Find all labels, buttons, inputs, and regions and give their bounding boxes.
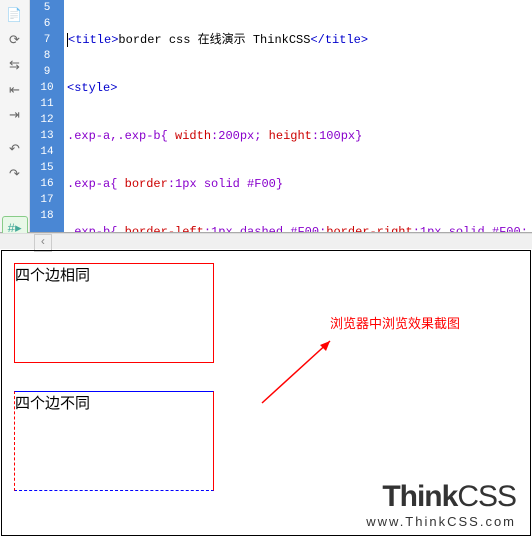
line-number: 8 [30, 48, 64, 64]
exp-a-box: 四个边相同 [14, 263, 214, 363]
exp-b-box: 四个边不同 [14, 391, 214, 491]
code-line: .exp-b{ border-left:1px dashed #F00;bord… [67, 224, 532, 232]
line-number: 15 [30, 160, 64, 176]
code-line: .exp-a{ border:1px solid #F00} [67, 176, 532, 192]
code-line: .exp-a,.exp-b{ width:200px; height:100px… [67, 128, 532, 144]
annotation-arrow-icon [252, 333, 342, 413]
annotation-text: 浏览器中浏览效果截图 [330, 313, 460, 332]
line-number: 14 [30, 144, 64, 160]
browser-preview-pane: 四个边相同 四个边不同 浏览器中浏览效果截图 ThinkCSS www.Thin… [1, 250, 531, 536]
line-number: 17 [30, 192, 64, 208]
code-line: <title>border css 在线演示 ThinkCSS</title> [67, 32, 532, 48]
line-number-gutter: 5 6 7 8 9 10 11 12 13 14 15 16 17 18 [30, 0, 64, 232]
exp-b-text: 四个边不同 [15, 395, 90, 412]
line-number: 16 [30, 176, 64, 192]
brand-light: CSS [457, 480, 516, 513]
undo-icon[interactable]: ↶ [2, 137, 28, 161]
new-file-icon[interactable]: 📄 [2, 3, 28, 27]
line-number: 7 [30, 32, 64, 48]
line-number: 12 [30, 112, 64, 128]
line-number: 6 [30, 16, 64, 32]
editor-toolbar: 📄 ⟳ ⇆ ⇤ ⇥ ↶ ↷ #▸ [0, 0, 30, 232]
code-line: <style> [67, 80, 532, 96]
reload-icon[interactable]: ⟳ [2, 28, 28, 52]
line-number: 5 [30, 0, 64, 16]
brand-bold: Think [382, 480, 457, 513]
horizontal-scrollbar[interactable] [0, 233, 532, 249]
indent-icon[interactable]: ⇥ [2, 103, 28, 127]
watermark: ThinkCSS www.ThinkCSS.com [366, 480, 516, 529]
line-number: 10 [30, 80, 64, 96]
line-number: 18 [30, 208, 64, 224]
brand-url: www.ThinkCSS.com [366, 514, 516, 529]
line-number: 13 [30, 128, 64, 144]
redo-icon[interactable]: ↷ [2, 162, 28, 186]
exp-a-text: 四个边相同 [15, 267, 90, 284]
code-editor-pane: 📄 ⟳ ⇆ ⇤ ⇥ ↶ ↷ #▸ 5 6 7 8 9 10 11 12 13 1… [0, 0, 532, 233]
code-text-area[interactable]: <title>border css 在线演示 ThinkCSS</title> … [64, 0, 532, 232]
line-number: 11 [30, 96, 64, 112]
dedent-icon[interactable]: ⇤ [2, 78, 28, 102]
line-number: 9 [30, 64, 64, 80]
format-icon[interactable]: ⇆ [2, 53, 28, 77]
